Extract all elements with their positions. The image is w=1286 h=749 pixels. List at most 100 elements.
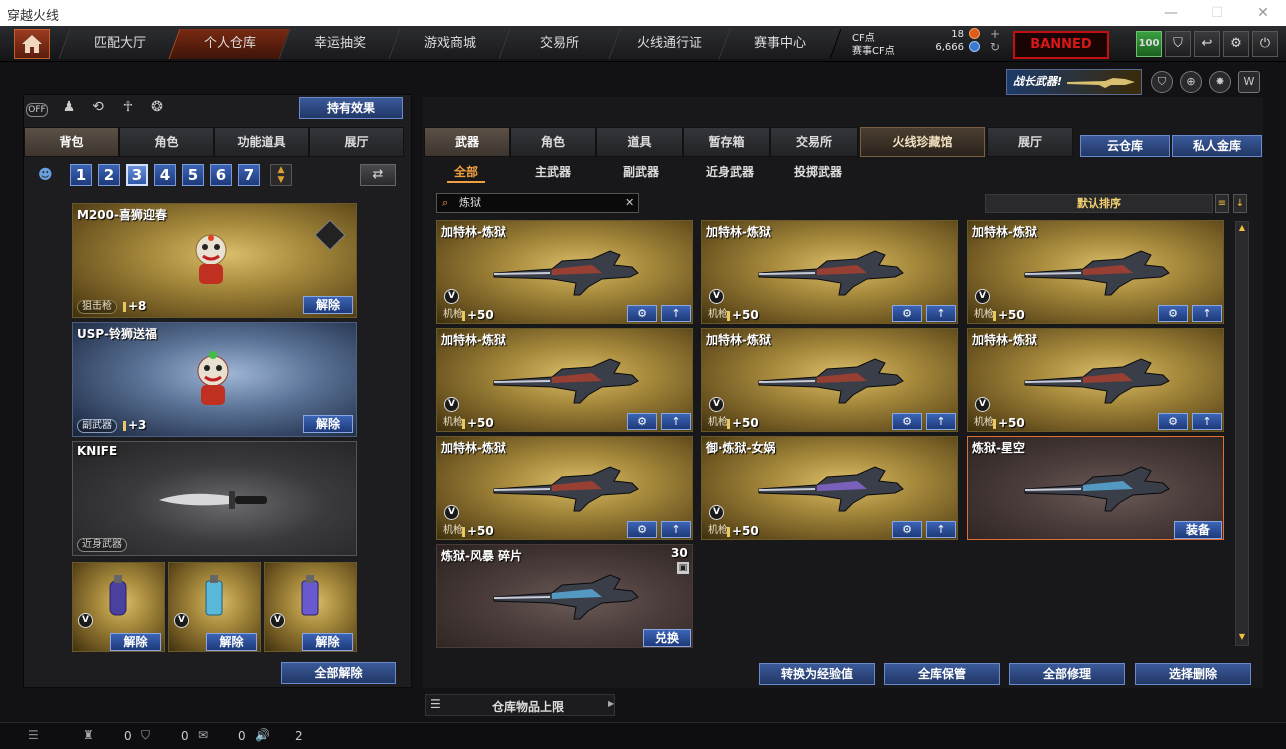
slot-scroll-arrows[interactable]: ▲ ▼ — [270, 164, 292, 186]
redeem-button[interactable]: 兑换 — [643, 629, 691, 647]
subtab-melee[interactable]: 近身武器 — [700, 161, 760, 183]
equip-button[interactable]: 装备 — [1174, 521, 1222, 539]
unequip-button[interactable]: 解除 — [303, 296, 353, 314]
unequip-all-button[interactable]: 全部解除 — [281, 662, 396, 684]
customize-icon[interactable]: ⚙ — [892, 413, 922, 430]
tab-characters[interactable]: 角色 — [510, 127, 596, 157]
refresh-icon[interactable]: ↻ — [990, 40, 1000, 54]
tab-functional-items[interactable]: 功能道具 — [214, 127, 309, 157]
list-view-icon[interactable]: ≡ — [1215, 194, 1229, 213]
minimize-button[interactable]: — — [1148, 0, 1194, 26]
slot-2[interactable]: 2 — [98, 164, 120, 186]
tab-exchange[interactable]: 交易所 — [498, 29, 622, 59]
warehouse-item-card[interactable]: 加特林-炼狱 V 机枪 +50 ⚙ ↑ — [436, 220, 693, 324]
customize-icon[interactable]: ⚙ — [627, 305, 657, 322]
power-icon[interactable]: ⏻ — [1252, 31, 1278, 57]
sort-dropdown[interactable]: 默认排序 — [985, 194, 1213, 213]
team-icon[interactable]: ♟ — [58, 99, 80, 119]
unequip-button[interactable]: 解除 — [206, 633, 257, 651]
owned-effects-button[interactable]: 持有效果 — [299, 97, 403, 119]
tab-match-hall[interactable]: 匹配大厅 — [58, 29, 182, 59]
unequip-button[interactable]: 解除 — [110, 633, 161, 651]
warehouse-item-card[interactable]: 御·炼狱-女娲 V 机枪 +50 ⚙ ↑ — [701, 436, 958, 540]
trash-icon[interactable]: ▣ — [677, 562, 689, 574]
upgrade-icon[interactable]: ↑ — [926, 413, 956, 430]
tab-event-center[interactable]: 赛事中心 — [718, 29, 842, 59]
friends-icon[interactable]: ♜ — [83, 728, 94, 742]
customize-icon[interactable]: ⚙ — [892, 521, 922, 538]
tab-temp-box[interactable]: 暂存箱 — [683, 127, 770, 157]
slot-7[interactable]: 7 — [238, 164, 260, 186]
close-button[interactable]: ✕ — [1240, 0, 1286, 26]
unequip-button[interactable]: 解除 — [302, 633, 353, 651]
soldier-icon[interactable]: ☥ — [117, 99, 139, 119]
tab-showroom[interactable]: 展厅 — [309, 127, 404, 157]
clear-search-icon[interactable]: ✕ — [625, 194, 634, 212]
equipped-pistol-card[interactable]: USP-铃狮送福 副武器 +3 解除 — [72, 322, 357, 437]
clan-icon[interactable]: ⛉ — [141, 728, 150, 743]
upgrade-icon[interactable]: ↑ — [661, 305, 691, 322]
subtab-secondary[interactable]: 副武器 — [616, 161, 666, 183]
grenade-card-3[interactable]: V 解除 — [264, 562, 357, 652]
tab-items[interactable]: 道具 — [596, 127, 683, 157]
chat-icon[interactable]: ✉ — [198, 728, 208, 742]
home-button[interactable] — [14, 29, 50, 59]
slot-5[interactable]: 5 — [182, 164, 204, 186]
capacity-bar[interactable]: ☰ 仓库物品上限 ▶ — [425, 694, 615, 716]
warehouse-item-card[interactable]: 炼狱-星空 装备 — [967, 436, 1224, 540]
repair-all-button[interactable]: 全部修理 — [1009, 663, 1125, 685]
scroll-down-icon[interactable]: ▼ — [1237, 632, 1247, 642]
search-input[interactable]: 炼狱 — [459, 194, 481, 212]
menu-icon[interactable]: ☰ — [28, 728, 39, 742]
slot-4[interactable]: 4 — [154, 164, 176, 186]
grenade-icon[interactable]: ✸ — [1209, 71, 1231, 93]
rank-shield-icon[interactable]: ⛉ — [1165, 31, 1191, 57]
customize-icon[interactable]: ⚙ — [1158, 413, 1188, 430]
subtab-throwable[interactable]: 投掷武器 — [788, 161, 848, 183]
upgrade-icon[interactable]: ↑ — [1192, 305, 1222, 322]
tab-personal-warehouse[interactable]: 个人仓库 — [168, 29, 292, 59]
tab-character[interactable]: 角色 — [119, 127, 214, 157]
customize-icon[interactable]: ⚙ — [892, 305, 922, 322]
warehouse-item-card[interactable]: 加特林-炼狱 V 机枪 +50 ⚙ ↑ — [701, 220, 958, 324]
shield-badge-icon[interactable]: ⛉ — [1151, 71, 1173, 93]
unequip-button[interactable]: 解除 — [303, 415, 353, 433]
subtab-primary[interactable]: 主武器 — [528, 161, 578, 183]
pet-icon[interactable]: ❂ — [146, 99, 168, 119]
upgrade-icon[interactable]: ↑ — [1192, 413, 1222, 430]
sort-direction-icon[interactable]: ↓ — [1233, 194, 1247, 213]
tab-battle-pass[interactable]: 火线通行证 — [608, 29, 732, 59]
tab-backpack[interactable]: 背包 — [24, 127, 119, 157]
equipped-knife-card[interactable]: KNIFE 近身武器 — [72, 441, 357, 556]
tab-trade[interactable]: 交易所 — [770, 127, 858, 157]
store-all-button[interactable]: 全库保管 — [884, 663, 1000, 685]
customize-icon[interactable]: ⚙ — [627, 521, 657, 538]
gear-icon[interactable]: ⚙ — [1223, 31, 1249, 57]
speaker-icon[interactable]: 🔊 — [255, 728, 270, 742]
tab-weapons[interactable]: 武器 — [424, 127, 510, 157]
scrollbar[interactable]: ▲ ▼ — [1235, 221, 1249, 646]
customize-icon[interactable]: ⚙ — [627, 413, 657, 430]
scroll-up-icon[interactable]: ▲ — [1237, 223, 1247, 233]
warehouse-item-card[interactable]: 加特林-炼狱 V 机枪 +50 ⚙ ↑ — [967, 220, 1224, 324]
slot-3[interactable]: 3 — [126, 164, 148, 186]
tab-collection-hall[interactable]: 火线珍藏馆 — [860, 127, 985, 157]
tab-lucky-draw[interactable]: 幸运抽奖 — [278, 29, 402, 59]
select-delete-button[interactable]: 选择删除 — [1135, 663, 1251, 685]
back-icon[interactable]: ↩ — [1194, 31, 1220, 57]
private-vault-button[interactable]: 私人金库 — [1172, 135, 1262, 157]
upgrade-icon[interactable]: ↑ — [661, 413, 691, 430]
recycle-icon[interactable]: ⟲ — [87, 99, 109, 119]
subtab-all[interactable]: 全部 — [447, 161, 485, 183]
target-icon[interactable]: ⊕ — [1180, 71, 1202, 93]
off-toggle-icon[interactable]: OFF — [26, 103, 48, 117]
convert-exp-button[interactable]: 转换为经验值 — [759, 663, 875, 685]
promo-banner[interactable]: 战长武器! — [1006, 69, 1142, 95]
level-badge[interactable]: 100 — [1136, 31, 1162, 57]
grenade-card-2[interactable]: V 解除 — [168, 562, 261, 652]
warehouse-item-card[interactable]: 加特林-炼狱 V 机枪 +50 ⚙ ↑ — [436, 436, 693, 540]
cloud-warehouse-button[interactable]: 云仓库 — [1080, 135, 1170, 157]
tab-game-store[interactable]: 游戏商城 — [388, 29, 512, 59]
warehouse-item-card[interactable]: 炼狱-风暴 碎片 30 ▣ 兑换 — [436, 544, 693, 648]
warehouse-item-card[interactable]: 加特林-炼狱 V 机枪 +50 ⚙ ↑ — [701, 328, 958, 432]
